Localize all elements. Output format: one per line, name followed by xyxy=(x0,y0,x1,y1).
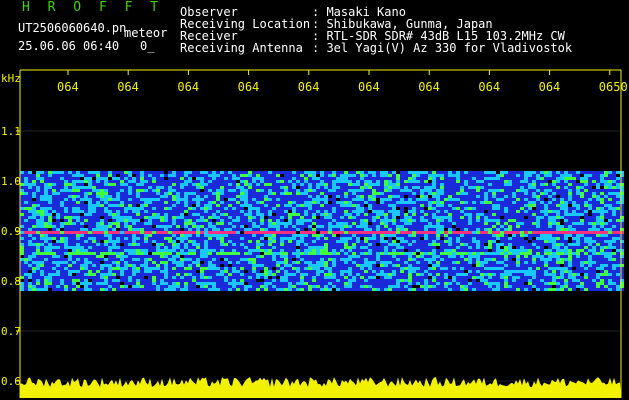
x-tick-label: 064 xyxy=(238,80,260,94)
y-tick-label: 0.8 xyxy=(1,275,21,288)
x-tick-label: 064 xyxy=(117,80,139,94)
file-name: UT2506060640.pn xyxy=(18,21,127,35)
y-tick-label: 1.1 xyxy=(1,125,21,138)
x-tick-label: 064 xyxy=(177,80,199,94)
spectrogram-chart: 1.1 1.0 0.9 0.8 0.7 0.6 kHz 064 064 064 064 064 064 0… xyxy=(1,69,628,398)
field-value-antenna: : 3el Yagi(V) Az 330 for Vladivostok xyxy=(312,41,573,55)
y-tick-label: 0.7 xyxy=(1,325,21,338)
y-axis-title: kHz xyxy=(1,72,21,85)
y-tick-label: 1.0 xyxy=(1,175,21,188)
x-tick-label: 064 xyxy=(57,80,79,94)
x-tick-label: 064 xyxy=(418,80,440,94)
noise-band xyxy=(20,171,624,291)
field-label-antenna: Receiving Antenna xyxy=(180,41,303,55)
x-tick-label: 064 xyxy=(539,80,561,94)
level-bar-fill xyxy=(20,377,621,398)
file-tag: meteor xyxy=(124,26,168,40)
y-tick-label: 0.9 xyxy=(1,225,21,238)
app-name: H R O F F T xyxy=(22,0,164,15)
x-tick-label: 064 xyxy=(358,80,380,94)
level-bar xyxy=(20,377,621,398)
timestamp: 25.06.06 06:40 xyxy=(18,39,120,53)
carrier-line xyxy=(24,231,624,234)
x-tick-label: 064 xyxy=(298,80,320,94)
counter: 0_ xyxy=(140,39,155,53)
x-tick-label: 0650 xyxy=(599,80,628,94)
x-tick-label: 064 xyxy=(478,80,500,94)
y-tick-label: 0.6 xyxy=(1,375,21,388)
